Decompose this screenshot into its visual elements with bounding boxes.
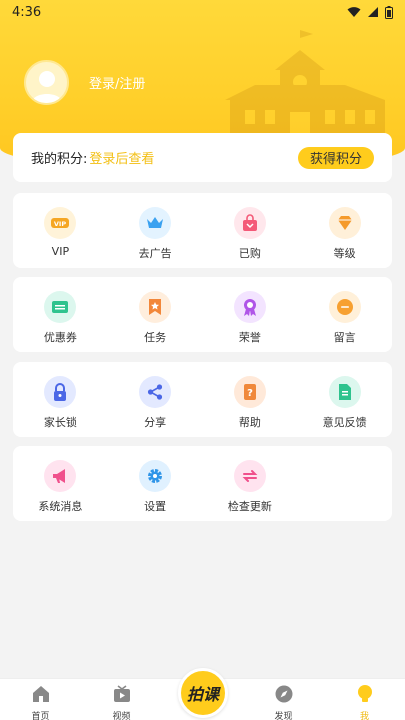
menu-item-level[interactable]: 等级 [297, 193, 392, 268]
menu-item-purchased[interactable]: 已购 [203, 193, 298, 268]
avatar[interactable] [24, 60, 69, 105]
menu-item-label: 优惠券 [43, 331, 77, 344]
share-icon [148, 384, 163, 400]
menu-item-label: 家长锁 [43, 416, 77, 429]
vip-icon: VIP [51, 218, 70, 228]
points-label: 我的积分: [31, 152, 88, 167]
tab-home[interactable]: 首页 [0, 679, 81, 720]
menu-item-label: 留言 [333, 331, 356, 344]
message-icon [336, 299, 353, 315]
tab-video[interactable]: 视频 [81, 679, 162, 720]
menu-item-label: 荣誉 [238, 331, 261, 344]
user-silhouette-icon [31, 71, 62, 103]
menu-item-label: VIP [51, 245, 70, 258]
svg-text:VIP: VIP [54, 220, 66, 228]
login-register-link[interactable]: 登录/注册 [89, 73, 145, 92]
diamond-icon [337, 216, 352, 230]
refresh-arrows-icon [242, 470, 258, 482]
tv-icon [113, 685, 130, 702]
menu-item-vip[interactable]: VIP VIP [13, 193, 108, 268]
tab-me[interactable]: 我 [324, 679, 405, 720]
center-capture-button[interactable]: 拍课 [178, 668, 228, 718]
menu-item-label: 任务 [144, 331, 167, 344]
menu-item-coupon[interactable]: 优惠券 [13, 277, 108, 352]
menu-item-label: 已购 [238, 247, 261, 260]
feedback-doc-icon [338, 384, 351, 400]
tab-label: 我 [359, 712, 369, 720]
points-value-link[interactable]: 登录后查看 [89, 148, 298, 167]
menu-item-parental-lock[interactable]: 家长锁 [13, 362, 108, 437]
tab-label: 发现 [274, 712, 293, 720]
menu-item-system-messages[interactable]: 系统消息 [13, 446, 108, 521]
compass-icon [275, 685, 292, 703]
tab-label: 首页 [31, 712, 50, 720]
battery-icon [385, 5, 393, 19]
status-bar: 4:36 [0, 0, 405, 24]
menu-item-label: 去广告 [138, 247, 172, 260]
signal-icon [368, 7, 378, 17]
center-button-label: 拍课 [186, 685, 219, 704]
menu-item-help[interactable]: ? 帮助 [203, 362, 298, 437]
menu-section-3: 家长锁 分享 ? 帮助 意见反馈 [13, 362, 392, 437]
tab-discover[interactable]: 发现 [243, 679, 324, 720]
menu-item-honor[interactable]: 荣誉 [203, 277, 298, 352]
menu-section-1: VIP VIP 去广告 已购 等级 [13, 193, 392, 268]
menu-item-share[interactable]: 分享 [108, 362, 203, 437]
bookmark-star-icon [149, 299, 162, 315]
earn-points-button[interactable]: 获得积分 [297, 146, 374, 169]
svg-text:?: ? [247, 388, 253, 399]
menu-item-label: 系统消息 [38, 500, 83, 513]
menu-item-remove-ads[interactable]: 去广告 [108, 193, 203, 268]
menu-item-check-update[interactable]: 检查更新 [203, 446, 298, 521]
gear-icon [148, 469, 163, 483]
menu-item-label: 等级 [333, 247, 356, 260]
coupon-icon [52, 301, 69, 313]
home-icon [32, 686, 49, 702]
lock-icon [54, 383, 67, 401]
menu-item-label: 分享 [144, 416, 167, 429]
menu-section-2: 优惠券 任务 荣誉 留言 [13, 277, 392, 352]
shopping-bag-icon [242, 214, 257, 231]
menu-item-label: 检查更新 [227, 500, 272, 513]
status-time: 4:36 [12, 4, 42, 20]
crown-icon [147, 217, 164, 228]
bulb-person-icon [357, 685, 372, 702]
menu-item-message[interactable]: 留言 [297, 277, 392, 352]
medal-icon [243, 299, 256, 316]
menu-section-4: 系统消息 设置 检查更新 [13, 446, 392, 521]
menu-item-feedback[interactable]: 意见反馈 [297, 362, 392, 437]
menu-item-label: 帮助 [238, 416, 261, 429]
wifi-icon [347, 7, 361, 17]
menu-item-tasks[interactable]: 任务 [108, 277, 203, 352]
megaphone-icon [53, 469, 66, 483]
tab-label: 视频 [112, 712, 131, 720]
points-card: 我的积分: 登录后查看 获得积分 [13, 133, 392, 182]
menu-item-settings[interactable]: 设置 [108, 446, 203, 521]
help-book-icon: ? [243, 384, 256, 400]
menu-item-label: 意见反馈 [322, 416, 367, 429]
menu-item-label: 设置 [144, 500, 167, 513]
school-building-illustration [225, 30, 385, 140]
